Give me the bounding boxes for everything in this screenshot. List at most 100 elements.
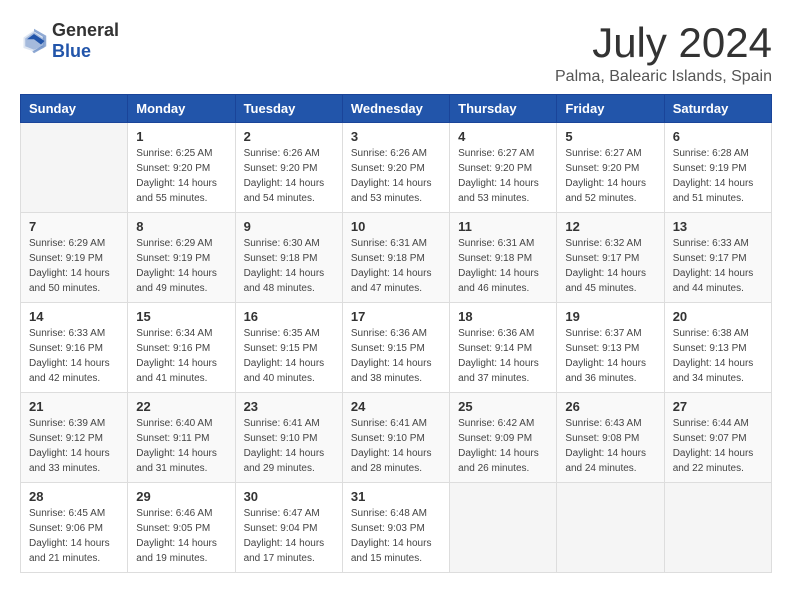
day-info: Sunrise: 6:42 AMSunset: 9:09 PMDaylight:…: [458, 416, 548, 476]
day-info: Sunrise: 6:33 AMSunset: 9:17 PMDaylight:…: [673, 236, 763, 296]
logo-general-text: General: [52, 20, 119, 40]
day-info: Sunrise: 6:26 AMSunset: 9:20 PMDaylight:…: [351, 146, 441, 206]
week-row-1: 1 Sunrise: 6:25 AMSunset: 9:20 PMDaylight…: [21, 123, 772, 213]
day-number: 19: [565, 309, 655, 324]
day-number: 12: [565, 219, 655, 234]
calendar-cell: 11 Sunrise: 6:31 AMSunset: 9:18 PMDayligh…: [450, 213, 557, 303]
calendar-cell: 15 Sunrise: 6:34 AMSunset: 9:16 PMDayligh…: [128, 303, 235, 393]
calendar-cell: 1 Sunrise: 6:25 AMSunset: 9:20 PMDaylight…: [128, 123, 235, 213]
week-row-5: 28Sunrise: 6:45 AMSunset: 9:06 PMDayligh…: [21, 483, 772, 573]
calendar-table: SundayMondayTuesdayWednesdayThursdayFrid…: [20, 94, 772, 573]
day-number: 22: [136, 399, 226, 414]
day-info: Sunrise: 6:26 AMSunset: 9:20 PMDaylight:…: [244, 146, 334, 206]
calendar-cell: [450, 483, 557, 573]
day-number: 30: [244, 489, 334, 504]
day-number: 20: [673, 309, 763, 324]
day-info: Sunrise: 6:47 AMSunset: 9:04 PMDaylight:…: [244, 506, 334, 566]
day-info: Sunrise: 6:40 AMSunset: 9:11 PMDaylight:…: [136, 416, 226, 476]
weekday-header-sunday: Sunday: [21, 95, 128, 123]
calendar-cell: 4 Sunrise: 6:27 AMSunset: 9:20 PMDaylight…: [450, 123, 557, 213]
calendar-cell: 6 Sunrise: 6:28 AMSunset: 9:19 PMDaylight…: [664, 123, 771, 213]
calendar-cell: 7Sunrise: 6:29 AMSunset: 9:19 PMDaylight…: [21, 213, 128, 303]
day-number: 5: [565, 129, 655, 144]
calendar-cell: [664, 483, 771, 573]
week-row-2: 7Sunrise: 6:29 AMSunset: 9:19 PMDaylight…: [21, 213, 772, 303]
day-number: 9: [244, 219, 334, 234]
calendar-cell: 26Sunrise: 6:43 AMSunset: 9:08 PMDayligh…: [557, 393, 664, 483]
day-number: 15: [136, 309, 226, 324]
day-info: Sunrise: 6:38 AMSunset: 9:13 PMDaylight:…: [673, 326, 763, 386]
day-info: Sunrise: 6:28 AMSunset: 9:19 PMDaylight:…: [673, 146, 763, 206]
day-info: Sunrise: 6:45 AMSunset: 9:06 PMDaylight:…: [29, 506, 119, 566]
weekday-header-wednesday: Wednesday: [342, 95, 449, 123]
calendar-cell: [21, 123, 128, 213]
calendar-cell: 9 Sunrise: 6:30 AMSunset: 9:18 PMDaylight…: [235, 213, 342, 303]
weekday-header-monday: Monday: [128, 95, 235, 123]
day-number: 8: [136, 219, 226, 234]
calendar-cell: 18 Sunrise: 6:36 AMSunset: 9:14 PMDayligh…: [450, 303, 557, 393]
day-number: 29: [136, 489, 226, 504]
calendar-cell: 3Sunrise: 6:26 AMSunset: 9:20 PMDaylight…: [342, 123, 449, 213]
calendar-cell: 24 Sunrise: 6:41 AMSunset: 9:10 PMDayligh…: [342, 393, 449, 483]
day-number: 24: [351, 399, 441, 414]
day-info: Sunrise: 6:29 AMSunset: 9:19 PMDaylight:…: [136, 236, 226, 296]
calendar-cell: 2Sunrise: 6:26 AMSunset: 9:20 PMDaylight…: [235, 123, 342, 213]
day-number: 23: [244, 399, 334, 414]
calendar-cell: 27 Sunrise: 6:44 AMSunset: 9:07 PMDayligh…: [664, 393, 771, 483]
day-number: 18: [458, 309, 548, 324]
calendar-cell: 25 Sunrise: 6:42 AMSunset: 9:09 PMDayligh…: [450, 393, 557, 483]
logo-icon: [20, 27, 48, 55]
day-number: 25: [458, 399, 548, 414]
calendar-cell: 29 Sunrise: 6:46 AMSunset: 9:05 PMDayligh…: [128, 483, 235, 573]
calendar-cell: 30 Sunrise: 6:47 AMSunset: 9:04 PMDayligh…: [235, 483, 342, 573]
weekday-header-friday: Friday: [557, 95, 664, 123]
day-info: Sunrise: 6:27 AMSunset: 9:20 PMDaylight:…: [458, 146, 548, 206]
day-info: Sunrise: 6:41 AMSunset: 9:10 PMDaylight:…: [351, 416, 441, 476]
calendar-cell: [557, 483, 664, 573]
week-row-4: 21 Sunrise: 6:39 AMSunset: 9:12 PMDayligh…: [21, 393, 772, 483]
day-info: Sunrise: 6:44 AMSunset: 9:07 PMDaylight:…: [673, 416, 763, 476]
calendar-cell: 17Sunrise: 6:36 AMSunset: 9:15 PMDayligh…: [342, 303, 449, 393]
day-info: Sunrise: 6:36 AMSunset: 9:14 PMDaylight:…: [458, 326, 548, 386]
logo-wordmark: General Blue: [52, 20, 119, 62]
day-info: Sunrise: 6:25 AMSunset: 9:20 PMDaylight:…: [136, 146, 226, 206]
week-row-3: 14Sunrise: 6:33 AMSunset: 9:16 PMDayligh…: [21, 303, 772, 393]
calendar-cell: 10 Sunrise: 6:31 AMSunset: 9:18 PMDayligh…: [342, 213, 449, 303]
day-number: 4: [458, 129, 548, 144]
day-info: Sunrise: 6:31 AMSunset: 9:18 PMDaylight:…: [458, 236, 548, 296]
day-info: Sunrise: 6:34 AMSunset: 9:16 PMDaylight:…: [136, 326, 226, 386]
day-info: Sunrise: 6:27 AMSunset: 9:20 PMDaylight:…: [565, 146, 655, 206]
weekday-header-saturday: Saturday: [664, 95, 771, 123]
day-info: Sunrise: 6:48 AMSunset: 9:03 PMDaylight:…: [351, 506, 441, 566]
day-info: Sunrise: 6:32 AMSunset: 9:17 PMDaylight:…: [565, 236, 655, 296]
day-number: 6: [673, 129, 763, 144]
day-info: Sunrise: 6:31 AMSunset: 9:18 PMDaylight:…: [351, 236, 441, 296]
calendar-cell: 5 Sunrise: 6:27 AMSunset: 9:20 PMDaylight…: [557, 123, 664, 213]
title-area: July 2024 Palma, Balearic Islands, Spain: [555, 20, 772, 86]
calendar-cell: 22 Sunrise: 6:40 AMSunset: 9:11 PMDayligh…: [128, 393, 235, 483]
day-number: 13: [673, 219, 763, 234]
month-title: July 2024: [555, 20, 772, 66]
day-info: Sunrise: 6:35 AMSunset: 9:15 PMDaylight:…: [244, 326, 334, 386]
weekday-header-tuesday: Tuesday: [235, 95, 342, 123]
day-number: 10: [351, 219, 441, 234]
day-number: 1: [136, 129, 226, 144]
day-number: 27: [673, 399, 763, 414]
calendar-cell: 12 Sunrise: 6:32 AMSunset: 9:17 PMDayligh…: [557, 213, 664, 303]
day-info: Sunrise: 6:41 AMSunset: 9:10 PMDaylight:…: [244, 416, 334, 476]
weekday-header-thursday: Thursday: [450, 95, 557, 123]
day-info: Sunrise: 6:37 AMSunset: 9:13 PMDaylight:…: [565, 326, 655, 386]
day-number: 21: [29, 399, 119, 414]
day-info: Sunrise: 6:46 AMSunset: 9:05 PMDaylight:…: [136, 506, 226, 566]
location-title: Palma, Balearic Islands, Spain: [555, 68, 772, 86]
weekday-header-row: SundayMondayTuesdayWednesdayThursdayFrid…: [21, 95, 772, 123]
calendar-cell: 21 Sunrise: 6:39 AMSunset: 9:12 PMDayligh…: [21, 393, 128, 483]
day-info: Sunrise: 6:39 AMSunset: 9:12 PMDaylight:…: [29, 416, 119, 476]
day-info: Sunrise: 6:33 AMSunset: 9:16 PMDaylight:…: [29, 326, 119, 386]
calendar-cell: 14Sunrise: 6:33 AMSunset: 9:16 PMDayligh…: [21, 303, 128, 393]
calendar-cell: 19 Sunrise: 6:37 AMSunset: 9:13 PMDayligh…: [557, 303, 664, 393]
logo-blue-text: Blue: [52, 41, 91, 61]
day-info: Sunrise: 6:30 AMSunset: 9:18 PMDaylight:…: [244, 236, 334, 296]
calendar-cell: 8 Sunrise: 6:29 AMSunset: 9:19 PMDaylight…: [128, 213, 235, 303]
day-number: 11: [458, 219, 548, 234]
